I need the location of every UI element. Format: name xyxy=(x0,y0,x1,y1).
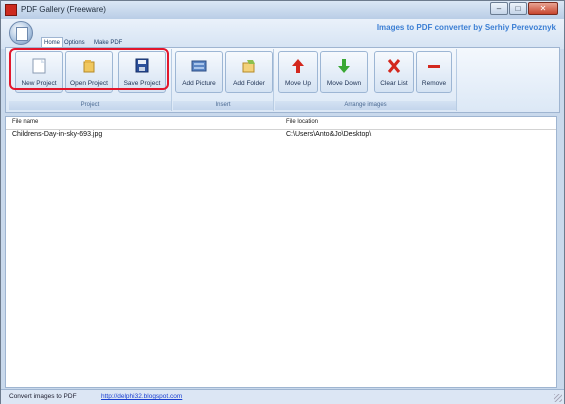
picture-icon xyxy=(191,60,207,72)
status-link[interactable]: http://delphi32.blogspot.com xyxy=(101,393,182,400)
move-down-label: Move Down xyxy=(326,80,362,87)
minimize-button[interactable]: – xyxy=(490,2,508,15)
move-up-label: Move Up xyxy=(284,80,311,87)
ribbon-group-arrange: Move Up Move Down Clear List Remove Arra… xyxy=(275,49,457,111)
add-folder-label: Add Folder xyxy=(233,80,265,87)
add-folder-button[interactable]: Add Folder xyxy=(225,51,273,93)
column-header-file-location[interactable]: File location xyxy=(286,119,318,125)
cell-file-location: C:\Users\Anto&Jo\Desktop\ xyxy=(286,131,372,138)
resize-grip-icon[interactable] xyxy=(554,394,562,402)
app-window: PDF Gallery (Freeware) – □ ✕ Home Option… xyxy=(0,0,565,404)
remove-button[interactable]: Remove xyxy=(416,51,452,93)
app-icon xyxy=(5,4,17,16)
status-text: Convert images to PDF xyxy=(9,393,77,400)
table-row[interactable]: Childrens-Day-in-sky-693.jpg C:\Users\An… xyxy=(6,130,556,141)
clear-list-label: Clear List xyxy=(380,80,408,87)
group-label-insert: Insert xyxy=(173,101,273,110)
title-bar: PDF Gallery (Freeware) – □ ✕ xyxy=(1,1,564,19)
group-label-project: Project xyxy=(9,101,171,110)
cell-file-name: Childrens-Day-in-sky-693.jpg xyxy=(12,131,103,138)
file-list[interactable]: File name File location Childrens-Day-in… xyxy=(5,116,557,388)
application-menu-button[interactable] xyxy=(9,21,33,45)
maximize-button[interactable]: □ xyxy=(509,2,527,15)
arrow-up-icon xyxy=(292,59,304,73)
status-bar: Convert images to PDF http://delphi32.bl… xyxy=(1,389,564,404)
arrow-down-icon xyxy=(338,59,350,73)
clear-list-button[interactable]: Clear List xyxy=(374,51,414,93)
move-down-button[interactable]: Move Down xyxy=(320,51,368,93)
red-x-icon xyxy=(387,59,401,73)
move-up-button[interactable]: Move Up xyxy=(278,51,318,93)
column-header-file-name[interactable]: File name xyxy=(12,119,38,125)
add-picture-label: Add Picture xyxy=(182,80,216,87)
window-title: PDF Gallery (Freeware) xyxy=(21,5,106,14)
group-label-arrange: Arrange images xyxy=(275,101,456,110)
file-list-header: File name File location xyxy=(6,117,556,130)
ribbon-group-insert: Add Picture Add Folder Insert xyxy=(173,49,274,111)
remove-label: Remove xyxy=(421,80,447,87)
brand-text: Images to PDF converter by Serhiy Perevo… xyxy=(376,23,556,32)
close-button[interactable]: ✕ xyxy=(528,2,558,15)
red-minus-icon xyxy=(428,65,440,68)
highlight-outline xyxy=(9,48,169,90)
folder-icon xyxy=(242,60,255,73)
document-icon xyxy=(16,27,28,41)
add-picture-button[interactable]: Add Picture xyxy=(175,51,223,93)
